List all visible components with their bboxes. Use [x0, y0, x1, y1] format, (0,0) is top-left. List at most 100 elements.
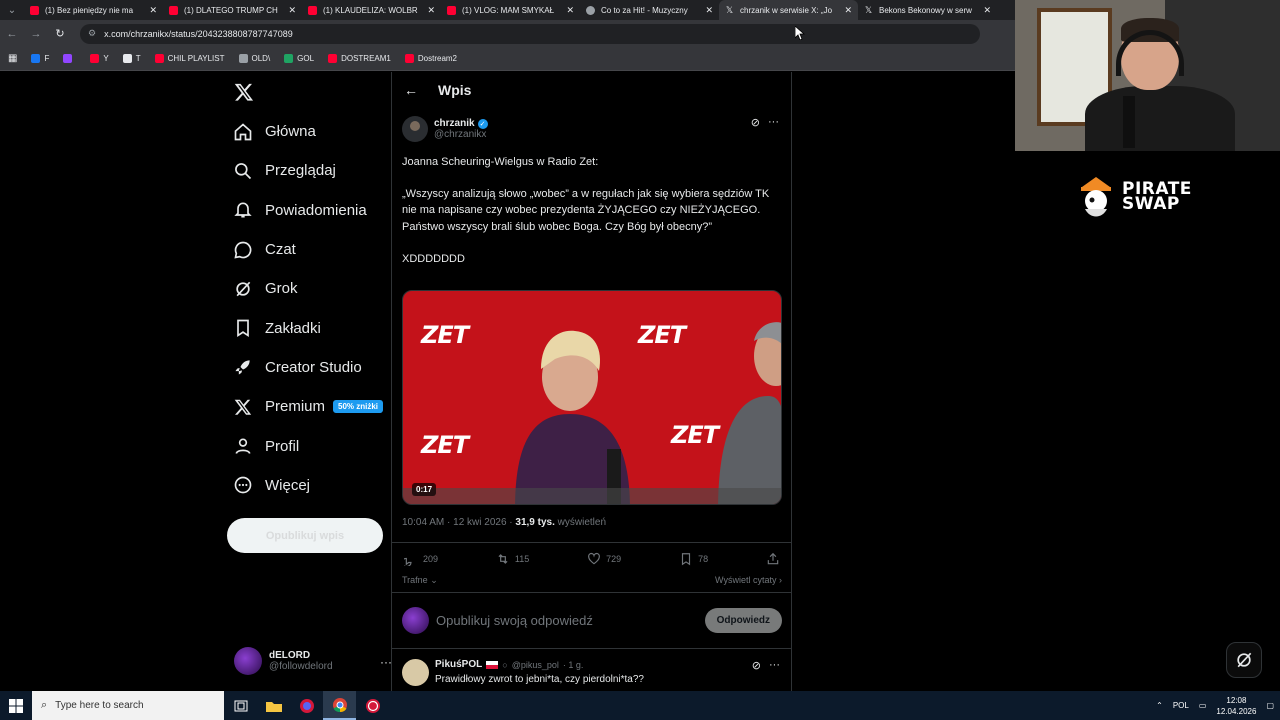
microphone-figure — [1123, 96, 1135, 148]
taskbar-search-input[interactable]: ⌕ Type here to search — [32, 691, 224, 720]
view-quotes-link[interactable]: Wyświetl cytaty › — [715, 575, 782, 586]
reply-tools: ⊘ ··· — [752, 659, 780, 672]
avatar — [402, 607, 429, 634]
windows-start-button[interactable] — [0, 691, 32, 720]
grok-explain-icon[interactable]: ⊘ — [752, 659, 761, 672]
bookmark-item[interactable]: DOSTREAM1 — [328, 54, 391, 63]
premium-discount-badge: 50% zniżki — [333, 400, 384, 414]
sidebar-item-more[interactable]: Więcej — [230, 466, 383, 505]
browser-tab[interactable]: Co to za Hit! - Muzyczny ✕ — [580, 0, 719, 20]
close-icon[interactable]: ✕ — [844, 5, 852, 16]
address-bar[interactable]: ⚙ x.com/chrzanikx/status/204323880878774… — [80, 23, 980, 44]
reply-action[interactable]: 209 — [404, 552, 438, 566]
like-action[interactable]: 729 — [587, 552, 621, 566]
bookmark-item[interactable]: CHIL PLAYLIST — [154, 54, 225, 63]
forward-arrow-icon[interactable]: → — [24, 28, 48, 40]
bookmark-favicon-icon — [63, 54, 73, 63]
sidebar-item-notifications[interactable]: Powiadomienia — [230, 191, 383, 230]
publish-post-button[interactable]: Opublikuj wpis — [227, 518, 383, 553]
task-view-icon[interactable] — [224, 691, 257, 720]
back-arrow-icon[interactable]: ← — [0, 28, 24, 40]
notifications-icon[interactable]: ▢ — [1266, 701, 1274, 710]
author-handle[interactable]: @chrzanikx — [434, 129, 488, 140]
close-icon[interactable]: ✕ — [983, 5, 991, 16]
pirate-hat-icon — [1081, 177, 1111, 217]
bookmark-item[interactable]: Dostream2 — [404, 54, 457, 63]
repost-action[interactable]: 115 — [496, 552, 529, 566]
tab-title: (1) DLATEGO TRUMP CH — [184, 5, 278, 15]
bookmark-item[interactable]: OLD\ — [238, 54, 270, 63]
sidebar-item-home[interactable]: Główna — [230, 112, 383, 151]
bookmark-favicon-icon — [154, 54, 164, 63]
post-author[interactable]: chrzanik ✓ @chrzanikx — [402, 116, 488, 142]
monitor-icon[interactable]: ▭ — [1199, 701, 1207, 710]
reload-icon[interactable]: ↻ — [48, 27, 72, 40]
reply-button[interactable]: Odpowiedz — [704, 608, 782, 633]
post-timestamp[interactable]: 10:04 AM · 12 kwi 2026 · — [402, 517, 515, 528]
chrome-app-icon[interactable] — [323, 691, 356, 720]
grok-float-button[interactable] — [1226, 642, 1262, 678]
browser-tab[interactable]: 𝕏 Bekons Bekonowy w serw ✕ — [858, 0, 997, 20]
post-meta: 10:04 AM · 12 kwi 2026 · 31,9 tys. wyświ… — [402, 517, 606, 528]
reply-author-name[interactable]: PikuśPOL — [435, 659, 482, 670]
language-indicator[interactable]: POL — [1173, 701, 1189, 710]
replies-sort-row: Trafne ⌄ Wyświetl cytaty › — [402, 575, 782, 586]
browser-tab[interactable]: 𝕏chrzanik w serwisie X: „Jo ✕ — [719, 0, 858, 20]
sidebar-item-profile[interactable]: Profil — [230, 426, 383, 465]
account-switcher[interactable]: dELORD @followdelord — [234, 647, 333, 675]
windows-taskbar: ⌕ Type here to search ⌃ POL ▭ 12:08 12.0… — [0, 691, 1280, 720]
reply-text: Prawidłowy zwrot to jebni*ta, czy pierdo… — [435, 674, 644, 685]
close-icon[interactable]: ✕ — [427, 5, 435, 16]
bookmark-item[interactable]: F — [31, 54, 49, 63]
avatar[interactable] — [402, 116, 428, 142]
reply-author-handle[interactable]: @pikus_pol — [512, 660, 559, 670]
obs-app-icon[interactable] — [356, 691, 389, 720]
x-logo-icon[interactable] — [234, 82, 254, 102]
youtube-icon — [308, 5, 317, 15]
more-options-icon[interactable]: ··· — [768, 116, 779, 129]
reply-time[interactable]: · 1 g. — [563, 660, 584, 670]
bookmark-item[interactable]: Y — [90, 54, 109, 63]
sidebar-item-label: Creator Studio — [265, 358, 362, 376]
bookmark-favicon-icon — [90, 54, 100, 63]
file-explorer-icon[interactable] — [257, 691, 290, 720]
tab-search-chevron-icon[interactable]: ⌄ — [0, 0, 24, 20]
sidebar-item-grok[interactable]: Grok — [230, 269, 383, 308]
browser-tab-bar: ⌄ (1) Bez pieniędzy nie ma ✕ (1) DLATEGO T… — [0, 0, 1015, 20]
sidebar-item-explore[interactable]: Przeglądaj — [230, 151, 383, 190]
close-icon[interactable]: ✕ — [288, 5, 296, 16]
author-name[interactable]: chrzanik — [434, 118, 475, 129]
bookmark-item[interactable] — [63, 54, 76, 63]
close-icon[interactable]: ✕ — [566, 5, 574, 16]
browser-tab[interactable]: (1) KLAUDELIZA: WOLBR ✕ — [302, 0, 441, 20]
more-options-icon[interactable]: ··· — [769, 659, 780, 672]
post-video[interactable]: ZET ZET ZET ZET 0:17 — [402, 290, 782, 505]
apps-grid-icon[interactable]: ▦ — [8, 53, 17, 64]
sort-dropdown[interactable]: Trafne ⌄ — [402, 575, 438, 586]
chevron-up-icon[interactable]: ⌃ — [1156, 701, 1163, 710]
back-arrow-icon[interactable]: ← — [404, 82, 418, 98]
system-clock[interactable]: 12:08 12.04.2026 — [1216, 695, 1256, 717]
reply-input[interactable]: Opublikuj swoją odpowiedź — [436, 613, 705, 628]
avatar[interactable] — [402, 659, 429, 686]
browser-tab[interactable]: (1) VLOG: MAM SMYKAŁ ✕ — [441, 0, 580, 20]
sidebar-item-bookmarks[interactable]: Zakładki — [230, 308, 383, 347]
share-action[interactable] — [766, 552, 780, 566]
close-icon[interactable]: ✕ — [705, 5, 713, 16]
bookmark-favicon-icon — [31, 54, 41, 63]
post-text: Joanna Scheuring-Wielgus w Radio Zet: „W… — [402, 154, 782, 267]
browser-tab[interactable]: (1) DLATEGO TRUMP CH ✕ — [163, 0, 302, 20]
bookmark-item[interactable]: GOL — [284, 54, 314, 63]
grok-explain-icon[interactable]: ⊘ — [751, 116, 760, 129]
bookmark-item[interactable]: T — [122, 54, 141, 63]
sidebar-item-chat[interactable]: Czat — [230, 230, 383, 269]
close-icon[interactable]: ✕ — [149, 5, 157, 16]
sidebar-item-premium[interactable]: Premium 50% zniżki — [230, 387, 384, 426]
discord-app-icon[interactable] — [290, 691, 323, 720]
bookmark-action[interactable]: 78 — [679, 552, 708, 566]
browser-toolbar: ← → ↻ ⚙ x.com/chrzanikx/status/204323880… — [0, 20, 1015, 47]
sidebar-item-creator-studio[interactable]: Creator Studio — [230, 348, 383, 387]
globe-icon — [586, 5, 595, 15]
site-info-icon[interactable]: ⚙ — [88, 28, 96, 39]
browser-tab[interactable]: (1) Bez pieniędzy nie ma ✕ — [24, 0, 163, 20]
